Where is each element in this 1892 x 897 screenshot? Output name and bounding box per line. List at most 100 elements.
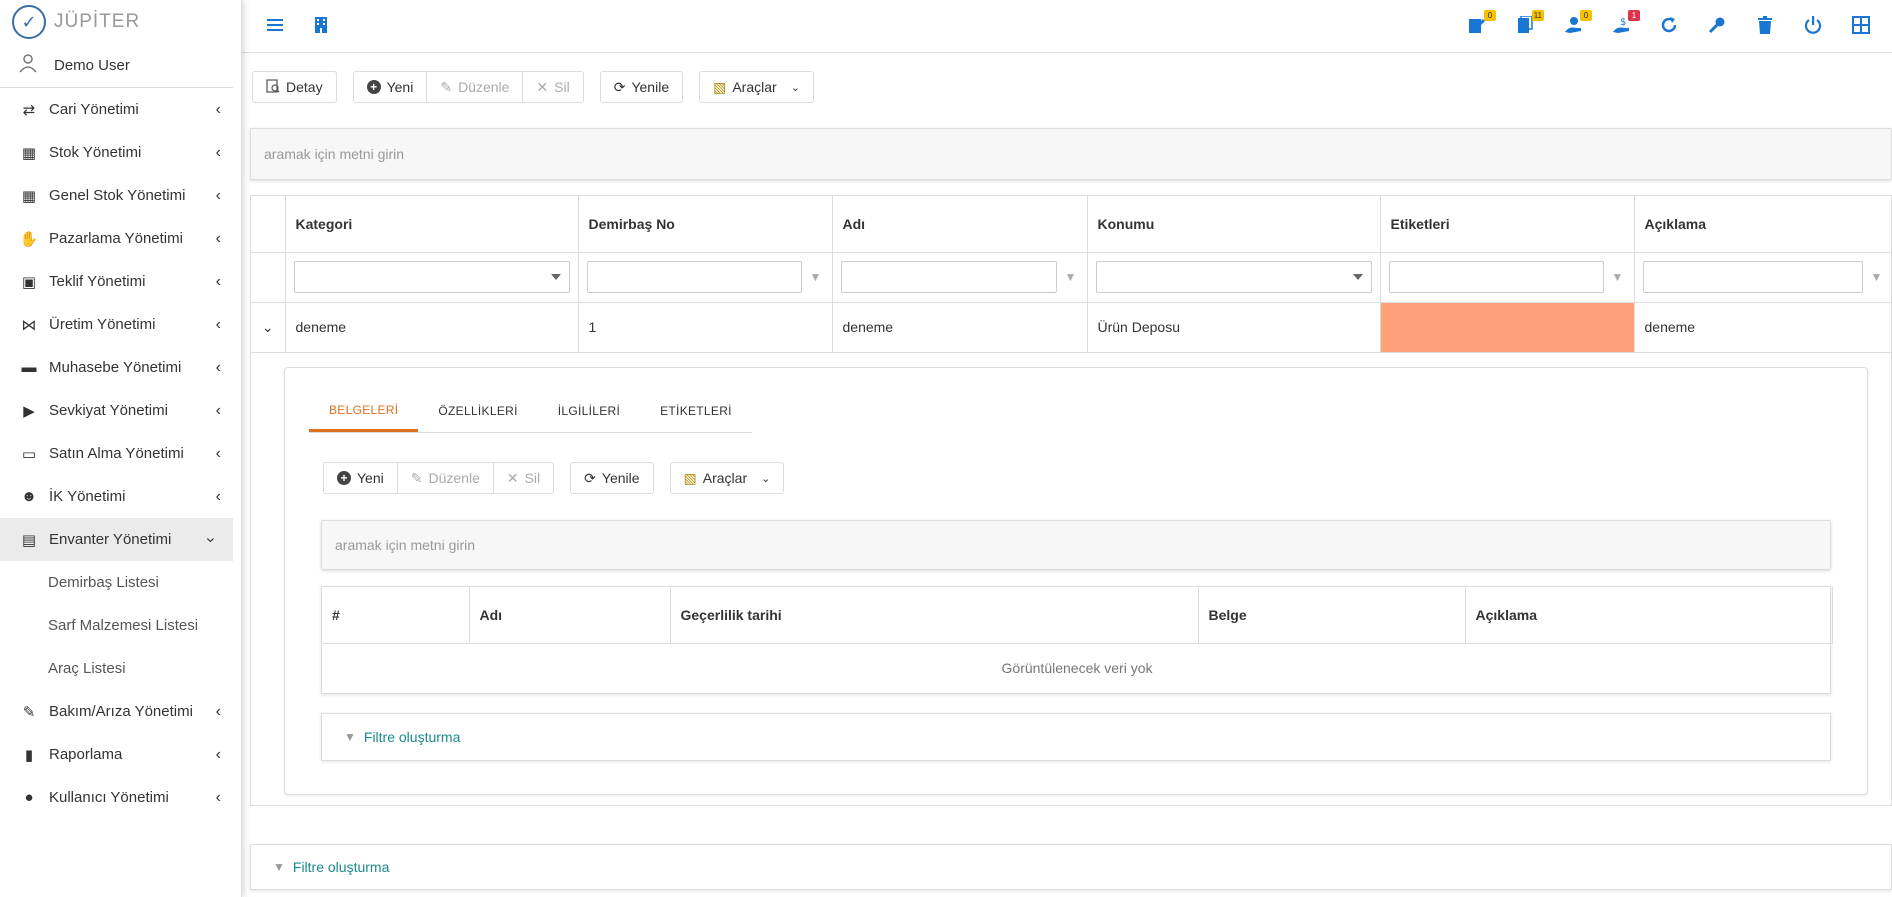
filter-builder[interactable]: ▼ Filtre oluşturma bbox=[250, 844, 1892, 890]
user-hand-icon[interactable]: 0 bbox=[1562, 10, 1592, 36]
column-header-etiketleri[interactable]: Etiketleri bbox=[1380, 196, 1635, 253]
filter-icon[interactable]: ▼ bbox=[1612, 270, 1624, 284]
sidebar-item-cari[interactable]: ⇄ Cari Yönetimi ‹ bbox=[0, 88, 241, 131]
sidebar-item-ik[interactable]: ☻ İK Yönetimi ‹ bbox=[0, 475, 241, 518]
konumu-filter-select[interactable] bbox=[1095, 261, 1372, 293]
chevron-down-icon: ⌄ bbox=[790, 81, 800, 94]
sidebar-subitem-demirbas[interactable]: Demirbaş Listesi bbox=[0, 561, 241, 604]
sidebar-item-kullanici[interactable]: ● Kullanıcı Yönetimi ‹ bbox=[0, 776, 241, 819]
filter-icon[interactable]: ▼ bbox=[1871, 270, 1883, 284]
tab-etiketleri[interactable]: ETİKETLERİ bbox=[640, 390, 752, 432]
column-header-belge[interactable]: Belge bbox=[1198, 587, 1466, 644]
tools-button[interactable]: ▧ Araçlar ⌄ bbox=[699, 71, 814, 103]
sidebar-item-label: Teklif Yönetimi bbox=[49, 273, 146, 290]
filter-cell-aciklama: ▼ bbox=[1634, 252, 1892, 303]
key-icon[interactable] bbox=[1706, 14, 1728, 36]
column-header-gecerlilik[interactable]: Geçerlilik tarihi bbox=[670, 587, 1199, 644]
column-header-aciklama[interactable]: Açıklama bbox=[1634, 196, 1892, 253]
sidebar-subitem-arac[interactable]: Araç Listesi bbox=[0, 647, 241, 690]
column-header-kategori[interactable]: Kategori bbox=[285, 196, 579, 253]
row-expand-toggle[interactable]: ⌄ bbox=[251, 302, 286, 353]
tab-belgeleri[interactable]: BELGELERİ bbox=[309, 390, 419, 432]
detail-new-button[interactable]: + Yeni bbox=[323, 462, 398, 494]
sidebar-item-stok[interactable]: ▦ Stok Yönetimi ‹ bbox=[0, 131, 241, 174]
credit-card-icon: ▭ bbox=[21, 445, 37, 463]
sidebar: ✓ JÜPİTER Demo User ⇄ Cari Yönetimi ‹ ▦ Sto… bbox=[0, 0, 242, 897]
sidebar-item-label: Sevkiyat Yönetimi bbox=[49, 402, 168, 419]
edit-button[interactable]: ✎ Düzenle bbox=[427, 71, 524, 103]
power-icon[interactable] bbox=[1802, 14, 1824, 36]
tools-button-label: Araçlar bbox=[732, 79, 777, 95]
sidebar-item-teklif[interactable]: ▣ Teklif Yönetimi ‹ bbox=[0, 260, 241, 303]
delete-button[interactable]: ✕ Sil bbox=[523, 71, 584, 103]
cell-konumu: Ürün Deposu bbox=[1087, 302, 1381, 353]
app-logo[interactable]: ✓ JÜPİTER bbox=[0, 0, 241, 44]
refresh-button[interactable]: ⟳ Yenile bbox=[599, 71, 684, 103]
menu-icon[interactable] bbox=[264, 14, 286, 36]
table-row[interactable]: ⌄ deneme 1 deneme Ürün Deposu deneme bbox=[251, 302, 1892, 353]
caret-down-icon bbox=[550, 274, 561, 280]
column-header-adi[interactable]: Adı bbox=[832, 196, 1088, 253]
close-icon: ✕ bbox=[506, 469, 519, 486]
adi-filter-input[interactable] bbox=[840, 261, 1057, 293]
sidebar-item-raporlama[interactable]: ▮ Raporlama ‹ bbox=[0, 733, 241, 776]
sidebar-item-pazarlama[interactable]: ✋ Pazarlama Yönetimi ‹ bbox=[0, 217, 241, 260]
chevron-left-icon: ‹ bbox=[215, 401, 221, 419]
sidebar-item-satin-alma[interactable]: ▭ Satın Alma Yönetimi ‹ bbox=[0, 432, 241, 475]
notification-badge: 11 bbox=[1531, 10, 1544, 21]
filter-cell-konumu bbox=[1087, 252, 1381, 303]
etiketleri-filter-input[interactable] bbox=[1388, 261, 1604, 293]
task-edit-icon[interactable]: 0 bbox=[1466, 10, 1496, 36]
sidebar-item-bakim[interactable]: ✎ Bakım/Arıza Yönetimi ‹ bbox=[0, 690, 241, 733]
plus-circle-icon: + bbox=[366, 80, 381, 94]
sidebar-item-genel-stok[interactable]: ▦ Genel Stok Yönetimi ‹ bbox=[0, 174, 241, 217]
money-hand-icon[interactable]: $ 1 bbox=[1610, 10, 1640, 36]
column-header-aciklama[interactable]: Açıklama bbox=[1465, 587, 1833, 644]
detail-button[interactable]: Detay bbox=[252, 71, 337, 103]
sidebar-item-envanter[interactable]: ▤ Envanter Yönetimi ‹ bbox=[0, 518, 233, 561]
detail-search-placeholder: aramak için metni girin bbox=[335, 537, 476, 553]
svg-text:$: $ bbox=[1620, 17, 1626, 28]
handshake-icon: ✋ bbox=[19, 230, 39, 248]
detail-refresh-button[interactable]: ⟳ Yenile bbox=[570, 462, 654, 494]
new-button[interactable]: + Yeni bbox=[352, 71, 428, 103]
empty-state-text: Görüntülenecek veri yok bbox=[1001, 660, 1153, 677]
column-header-adi[interactable]: Adı bbox=[469, 587, 671, 644]
sidebar-subitem-sarf[interactable]: Sarf Malzemesi Listesi bbox=[0, 604, 241, 647]
chevron-left-icon: ‹ bbox=[215, 272, 221, 290]
column-header-index[interactable]: # bbox=[322, 587, 470, 644]
demirbas-no-filter-input[interactable] bbox=[586, 261, 802, 293]
filter-icon[interactable]: ▼ bbox=[810, 270, 822, 284]
detail-tools-button[interactable]: ▧ Araçlar ⌄ bbox=[669, 462, 785, 494]
column-header-konumu[interactable]: Konumu bbox=[1087, 196, 1381, 253]
tab-ozellikleri[interactable]: ÖZELLİKLERİ bbox=[418, 390, 537, 432]
column-header-demirbas-no[interactable]: Demirbaş No bbox=[578, 196, 833, 253]
building-icon[interactable] bbox=[310, 14, 332, 36]
clipboard-icon: ▧ bbox=[683, 469, 697, 486]
kategori-filter-select[interactable] bbox=[293, 261, 570, 293]
detail-delete-button[interactable]: ✕ Sil bbox=[493, 462, 555, 494]
sidebar-item-label: Satın Alma Yönetimi bbox=[49, 445, 184, 462]
filter-icon[interactable]: ▼ bbox=[1065, 270, 1077, 284]
sidebar-menu: ⇄ Cari Yönetimi ‹ ▦ Stok Yönetimi ‹ ▦ Genel S… bbox=[0, 88, 241, 819]
detail-edit-button[interactable]: ✎ Düzenle bbox=[397, 462, 494, 494]
user-profile[interactable]: Demo User bbox=[0, 44, 233, 88]
detail-tools-button-label: Araçlar bbox=[702, 470, 748, 486]
chevron-left-icon: ‹ bbox=[215, 702, 221, 720]
tab-ilgilileri[interactable]: İLGİLİLERİ bbox=[538, 390, 640, 432]
aciklama-filter-input[interactable] bbox=[1642, 261, 1863, 293]
sidebar-item-sevkiyat[interactable]: ▶ Sevkiyat Yönetimi ‹ bbox=[0, 389, 241, 432]
documents-icon[interactable]: 11 bbox=[1514, 10, 1544, 36]
sidebar-item-muhasebe[interactable]: ▬ Muhasebe Yönetimi ‹ bbox=[0, 346, 241, 389]
sidebar-item-uretim[interactable]: ⋈ Üretim Yönetimi ‹ bbox=[0, 303, 241, 346]
detail-filter-builder[interactable]: ▼ Filtre oluşturma bbox=[321, 713, 1831, 761]
boxes-icon: ▦ bbox=[21, 187, 37, 205]
filter-cell-adi: ▼ bbox=[832, 252, 1088, 303]
detail-search-input[interactable]: aramak için metni girin bbox=[321, 520, 1831, 570]
trash-icon[interactable] bbox=[1754, 14, 1776, 36]
refresh-icon[interactable] bbox=[1658, 14, 1680, 36]
filter-icon: ▼ bbox=[344, 730, 356, 744]
search-input[interactable]: aramak için metni girin bbox=[250, 128, 1892, 180]
sidebar-item-label: Muhasebe Yönetimi bbox=[49, 359, 182, 376]
grid-icon[interactable] bbox=[1850, 14, 1872, 36]
